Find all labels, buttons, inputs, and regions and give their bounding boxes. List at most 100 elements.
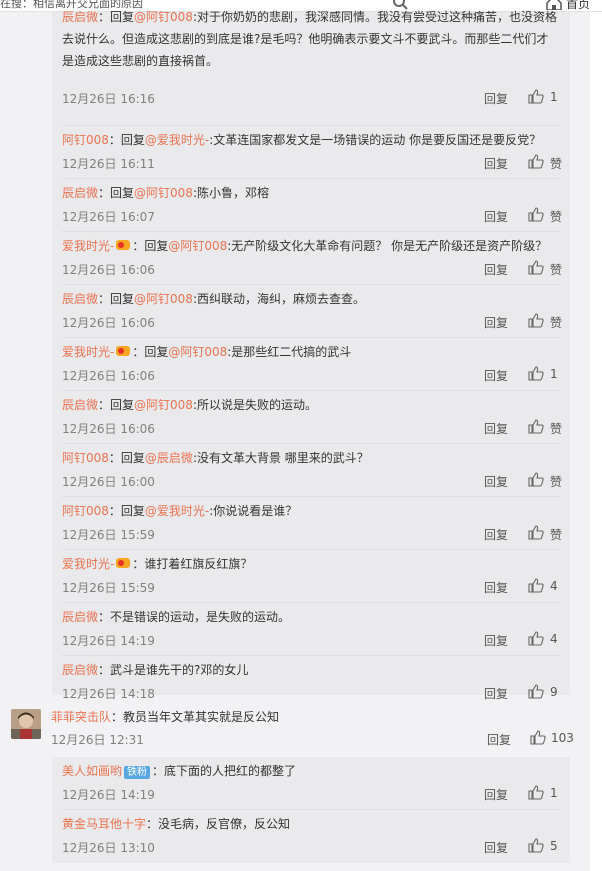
reply-button[interactable]: 回复 — [484, 420, 508, 437]
reply-item: 辰启微：回复@阿钉008:陈小鲁，邓榕 12月26日 16:07 回复 赞 — [62, 179, 562, 232]
reply-timestamp[interactable]: 12月26日 15:59 — [62, 526, 155, 543]
thumbs-up-icon[interactable] — [528, 838, 544, 853]
reply-content: 爱我时光- ：谁打着红旗反红旗？ — [62, 553, 559, 575]
vip-badge-icon[interactable] — [115, 239, 131, 251]
reply-button[interactable]: 回复 — [484, 632, 508, 649]
reply-username[interactable]: 美人如画哟 — [62, 764, 122, 778]
like-count[interactable]: 1 — [550, 367, 558, 381]
mention-link[interactable]: @阿钉008 — [134, 398, 193, 412]
thumbs-up-icon[interactable] — [528, 89, 544, 104]
reply-button[interactable]: 回复 — [484, 526, 508, 543]
like-count[interactable]: 赞 — [550, 420, 562, 437]
mention-link[interactable]: @辰启微 — [145, 451, 193, 465]
reply-username[interactable]: 阿钉008 — [62, 504, 109, 518]
reply-username[interactable]: 辰启微 — [62, 663, 98, 677]
like-count[interactable]: 赞 — [550, 473, 562, 490]
avatar-image — [11, 709, 41, 739]
thumbs-up-icon[interactable] — [528, 631, 544, 646]
thumbs-up-icon[interactable] — [528, 366, 544, 381]
reply-button[interactable]: 回复 — [484, 314, 508, 331]
reply-username[interactable]: 阿钉008 — [62, 133, 109, 147]
reply-item: 辰启微：回复@阿钉008:西纠联动，海纠，麻烦去查查。 12月26日 16:06 回… — [62, 285, 562, 338]
reply-timestamp[interactable]: 12月26日 16:06 — [62, 261, 155, 278]
comment-timestamp[interactable]: 12月26日 12:31 — [51, 731, 144, 748]
reply-timestamp[interactable]: 12月26日 16:06 — [62, 314, 155, 331]
like-count[interactable]: 5 — [550, 839, 558, 853]
reply-button[interactable]: 回复 — [484, 208, 508, 225]
avatar[interactable] — [11, 709, 41, 739]
vip-badge-icon[interactable] — [115, 557, 131, 569]
thumbs-up-icon[interactable] — [530, 730, 546, 745]
reply-timestamp[interactable]: 12月26日 13:10 — [62, 839, 155, 856]
mention-link[interactable]: @阿钉008 — [134, 10, 193, 24]
reply-button[interactable]: 回复 — [484, 367, 508, 384]
vip-badge-icon[interactable] — [115, 345, 131, 357]
reply-username[interactable]: 爱我时光- — [62, 239, 114, 253]
reply-username[interactable]: 爱我时光- — [62, 345, 114, 359]
mention-link[interactable]: @阿钉008 — [134, 292, 193, 306]
reply-timestamp[interactable]: 12月26日 14:19 — [62, 632, 155, 649]
reply-button[interactable]: 回复 — [484, 261, 508, 278]
reply-prefix: ： — [98, 610, 111, 624]
thumbs-up-icon[interactable] — [528, 785, 544, 800]
thumbs-up-icon[interactable] — [528, 525, 544, 540]
reply-button[interactable]: 回复 — [484, 473, 508, 490]
reply-button[interactable]: 回复 — [484, 579, 508, 596]
like-count[interactable]: 1 — [550, 786, 558, 800]
reply-username[interactable]: 辰启微 — [62, 186, 98, 200]
like-count[interactable]: 4 — [550, 632, 558, 646]
reply-text: 底下面的人把红的都整了 — [164, 764, 297, 778]
like-count[interactable]: 4 — [550, 579, 558, 593]
reply-timestamp[interactable]: 12月26日 14:19 — [62, 786, 155, 803]
like-count[interactable]: 赞 — [550, 526, 562, 543]
reply-prefix: ：回复 — [108, 451, 145, 465]
reply-username[interactable]: 黄金马耳他十字 — [62, 817, 146, 831]
reply-item: 辰启微：武斗是谁先干的?邓的女儿 12月26日 14:18 回复 9 — [62, 656, 559, 701]
reply-button[interactable]: 回复 — [484, 786, 508, 803]
mention-link[interactable]: @爱我时光- — [145, 504, 209, 518]
reply-timestamp[interactable]: 12月26日 16:06 — [62, 367, 155, 384]
reply-button[interactable]: 回复 — [484, 839, 508, 856]
home-link[interactable]: 首页 — [566, 0, 590, 11]
like-count[interactable]: 赞 — [550, 155, 562, 172]
reply-username[interactable]: 辰启微 — [62, 398, 98, 412]
thumbs-up-icon[interactable] — [528, 260, 544, 275]
comment-username[interactable]: 菲菲突击队 — [51, 710, 111, 724]
thumbs-up-icon[interactable] — [528, 419, 544, 434]
reply-timestamp[interactable]: 12月26日 16:07 — [62, 208, 155, 225]
thumbs-up-icon[interactable] — [528, 578, 544, 593]
reply-username[interactable]: 辰启微 — [62, 610, 98, 624]
like-count[interactable]: 赞 — [550, 261, 562, 278]
like-count[interactable]: 赞 — [550, 208, 562, 225]
mention-link[interactable]: @爱我时光- — [145, 133, 209, 147]
like-count[interactable]: 103 — [551, 731, 574, 745]
thumbs-up-icon[interactable] — [528, 154, 544, 169]
reply-content: 爱我时光- ：回复@阿钉008:无产阶级文化大革命有问题？ 你是无产阶级还是资产阶… — [62, 235, 559, 257]
reply-timestamp[interactable]: 12月26日 16:06 — [62, 420, 155, 437]
reply-timestamp[interactable]: 12月26日 16:11 — [62, 155, 155, 172]
reply-prefix: ： — [146, 817, 159, 831]
mention-link[interactable]: @阿钉008 — [168, 239, 227, 253]
like-count[interactable]: 1 — [550, 90, 558, 104]
reply-text: 不是错误的运动，是失败的运动。 — [110, 610, 291, 624]
fan-badge[interactable]: 铁粉 — [124, 766, 151, 779]
thumbs-up-icon[interactable] — [528, 207, 544, 222]
thumbs-up-icon[interactable] — [528, 313, 544, 328]
reply-content: 美人如画哟 铁粉 ：底下面的人把红的都整了 — [62, 760, 559, 782]
reply-button[interactable]: 回复 — [487, 731, 511, 748]
mention-link[interactable]: @阿钉008 — [168, 345, 227, 359]
reply-prefix: ： — [98, 663, 111, 677]
reply-username[interactable]: 爱我时光- — [62, 557, 114, 571]
reply-text: :文革连国家都发文是一场错误的运动 你是要反国还是要反党？ — [209, 133, 542, 147]
reply-username[interactable]: 辰启微 — [62, 10, 98, 24]
mention-link[interactable]: @阿钉008 — [134, 186, 193, 200]
thumbs-up-icon[interactable] — [528, 472, 544, 487]
reply-timestamp[interactable]: 12月26日 15:59 — [62, 579, 155, 596]
reply-timestamp[interactable]: 12月26日 16:16 — [62, 90, 155, 107]
reply-timestamp[interactable]: 12月26日 16:00 — [62, 473, 155, 490]
like-count[interactable]: 赞 — [550, 314, 562, 331]
reply-button[interactable]: 回复 — [484, 155, 508, 172]
reply-username[interactable]: 阿钉008 — [62, 451, 109, 465]
reply-button[interactable]: 回复 — [484, 90, 508, 107]
reply-username[interactable]: 辰启微 — [62, 292, 98, 306]
